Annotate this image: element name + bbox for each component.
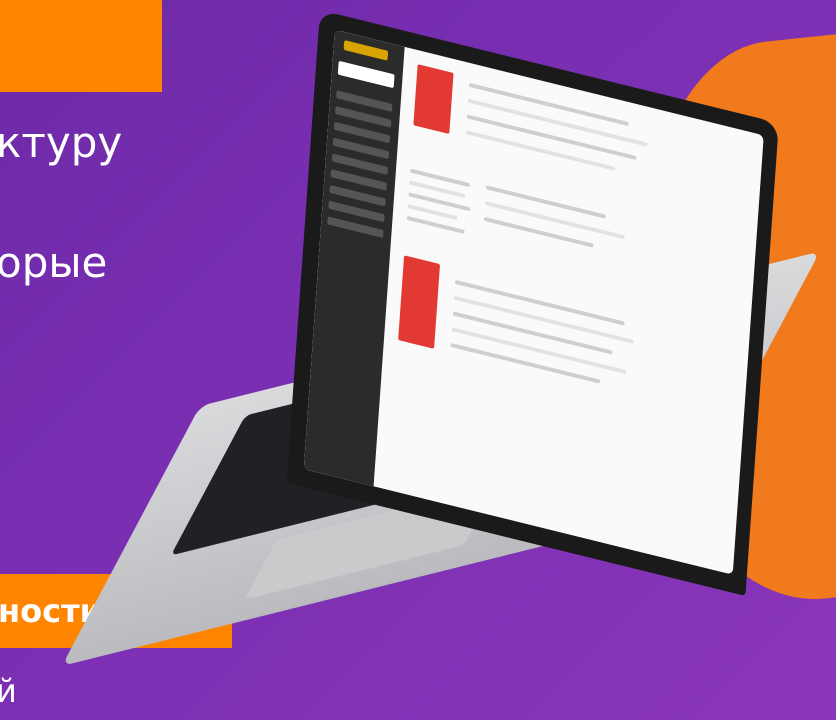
headline-line-2: орые bbox=[0, 238, 108, 287]
detail-row bbox=[485, 185, 606, 219]
app-logo bbox=[343, 40, 389, 61]
headline-line-1: ктуру bbox=[0, 118, 123, 167]
app-sidebar bbox=[303, 29, 405, 487]
laptop-screen bbox=[303, 29, 764, 575]
laptop-illustration bbox=[61, 10, 836, 710]
sidebar-search bbox=[337, 60, 395, 89]
headline-line-3: й bbox=[0, 672, 17, 710]
red-card bbox=[398, 255, 441, 349]
detail-row bbox=[483, 216, 594, 248]
orange-accent-box bbox=[0, 0, 162, 92]
red-card bbox=[413, 64, 454, 135]
